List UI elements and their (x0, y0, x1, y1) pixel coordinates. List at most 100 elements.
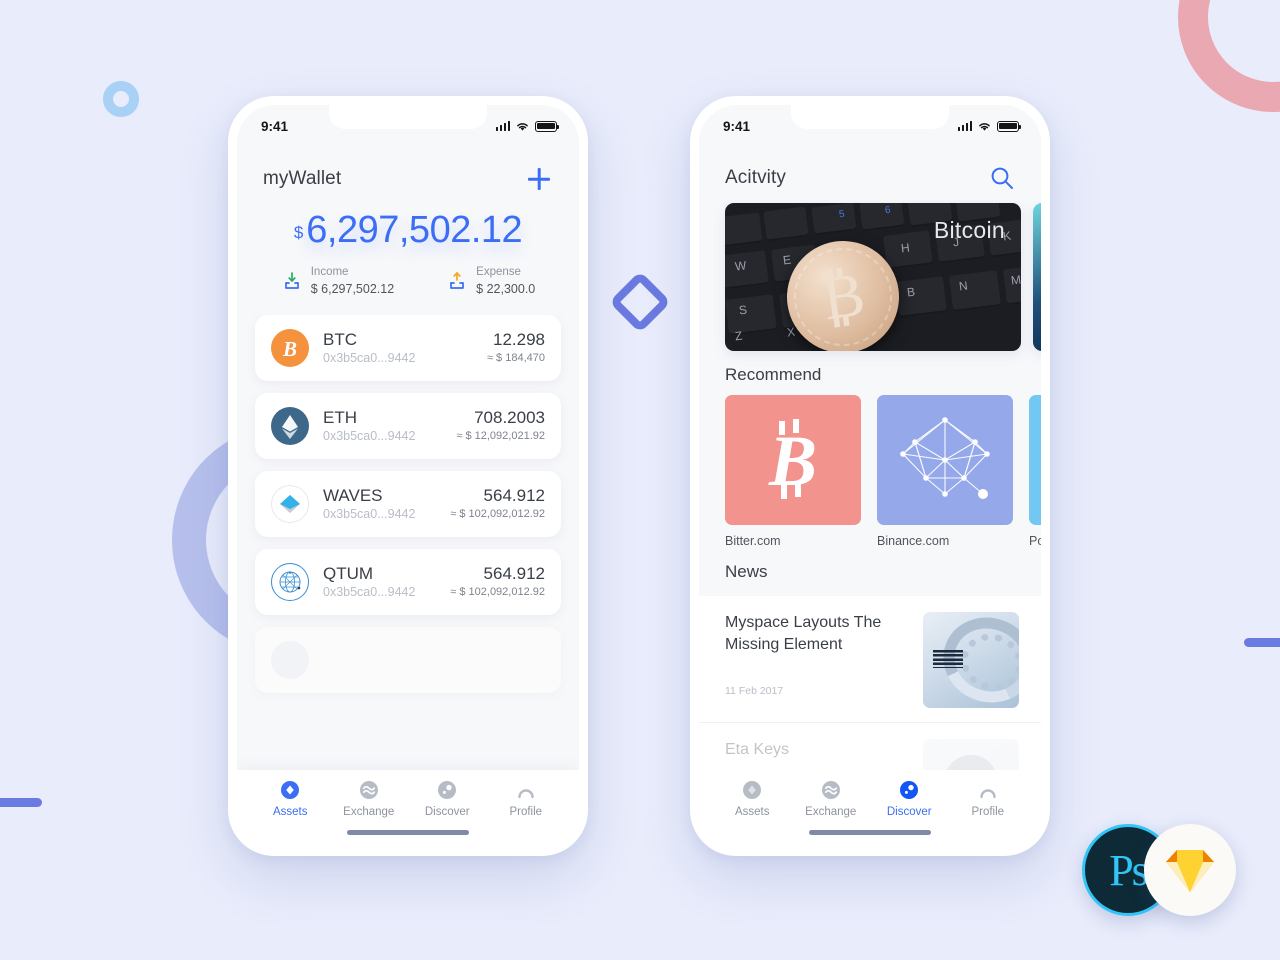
tab-label: Exchange (805, 806, 857, 818)
bottom-tab-bar: Assets Exchange Discover Profile (699, 770, 1041, 847)
sketch-badge (1144, 824, 1236, 916)
cellular-signal-icon (957, 121, 972, 131)
table-row[interactable]: QTUM 0x3b5ca0...9442 564.912 ≈ $ 102,092… (255, 549, 561, 616)
coin-usd-value: ≈ $ 102,092,012.92 (450, 585, 545, 598)
table-row-partial[interactable] (255, 627, 561, 694)
banner-next[interactable] (1033, 203, 1041, 351)
tab-label: Discover (886, 806, 932, 818)
table-row[interactable]: WAVES 0x3b5ca0...9442 564.912 ≈ $ 102,09… (255, 471, 561, 538)
bar-right-shape (1244, 638, 1280, 647)
coin-usd-value: ≈ $ 184,470 (486, 351, 545, 364)
expense-value: $ 22,300.0 (476, 281, 536, 296)
news-thumbnail (923, 739, 1019, 770)
ring-pink-shape (1178, 0, 1280, 112)
status-bar: 9:41 (237, 105, 579, 147)
income-icon (284, 272, 299, 290)
network-icon (900, 417, 990, 499)
svg-text:B: B (768, 421, 817, 501)
list-item[interactable]: Eta Keys (699, 723, 1041, 770)
banner-carousel[interactable]: W E S Z X B N M H J K 5 6 ₿ Bitcoin (699, 199, 1041, 351)
tab-exchange[interactable]: Exchange (330, 780, 409, 818)
cellular-signal-icon (495, 121, 510, 131)
next-coin-icon (271, 641, 309, 680)
tab-label: Discover (424, 806, 470, 818)
coin-quantity: 564.912 (483, 486, 545, 506)
expense-label: Expense (476, 266, 521, 278)
qtum-coin-icon (271, 563, 309, 602)
balance-block: $ 6,297,502.12 Income $ 6,297,502.12 Exp… (237, 201, 579, 315)
binance-thumb (877, 395, 1013, 525)
ring-light-blue-shape (103, 81, 139, 117)
tab-label: Profile (971, 806, 1005, 818)
bottom-tab-bar: Assets Exchange Discover Profile (237, 770, 579, 847)
list-item[interactable]: Binance.com (877, 395, 1013, 548)
table-row[interactable]: B BTC 0x3b5ca0...9442 12.298 ≈ $ 184,470 (255, 315, 561, 382)
svg-text:B: B (282, 337, 297, 361)
coin-quantity: 564.912 (483, 564, 545, 584)
list-item[interactable]: B Bitter.com (725, 395, 861, 548)
compass-icon (900, 781, 919, 799)
news-title: Myspace Layouts The Missing Element (725, 614, 882, 653)
coin-symbol: ETH (323, 408, 357, 428)
photoshop-label: Ps (1109, 845, 1149, 895)
wifi-icon (979, 123, 990, 131)
add-wallet-button[interactable] (525, 165, 553, 193)
tab-discover[interactable]: Discover (870, 780, 949, 818)
diamond-outline-shape (608, 270, 672, 334)
recommend-label: Bitter.com (725, 534, 781, 548)
list-item[interactable]: Myspace Layouts The Missing Element 11 F… (699, 596, 1041, 723)
diamond-icon (281, 781, 300, 799)
tab-label: Assets (272, 806, 308, 818)
tab-assets[interactable]: Assets (251, 780, 330, 818)
coin-quantity: 12.298 (493, 330, 545, 350)
phone-mockup-wallet: 9:41 myWallet $ 6,297,502.12 Income $ 6,… (228, 96, 588, 856)
sketch-diamond-icon (1166, 850, 1214, 892)
coin-address: 0x3b5ca0...9442 (323, 507, 416, 522)
banner-label: Bitcoin (933, 217, 1005, 243)
discover-content[interactable]: W E S Z X B N M H J K 5 6 ₿ Bitcoin Reco… (699, 199, 1041, 770)
income-label: Income (310, 266, 349, 278)
expense-stat: Expense $ 22,300.0 (446, 265, 535, 297)
tab-profile[interactable]: Profile (949, 780, 1028, 818)
list-item[interactable]: Polonie (1029, 395, 1041, 548)
btc-coin-icon: B (271, 329, 309, 368)
coin-address: 0x3b5ca0...9442 (323, 585, 416, 600)
exchange-icon (821, 781, 840, 799)
total-balance-amount: 6,297,502.12 (306, 209, 523, 251)
exchange-icon (359, 781, 378, 799)
coin-usd-value: ≈ $ 12,092,021.92 (456, 429, 545, 442)
asset-list[interactable]: B BTC 0x3b5ca0...9442 12.298 ≈ $ 184,470 (237, 315, 579, 770)
battery-icon (997, 120, 1022, 132)
income-value: $ 6,297,502.12 (310, 281, 395, 296)
status-time: 9:41 (723, 118, 751, 134)
decorative-background (0, 0, 1280, 960)
coin-symbol: BTC (323, 330, 357, 350)
poloniex-thumb (1029, 395, 1041, 525)
coin-usd-value: ≈ $ 102,092,012.92 (450, 507, 545, 520)
currency-symbol: $ (293, 223, 304, 242)
tab-exchange[interactable]: Exchange (792, 780, 871, 818)
recommend-list[interactable]: B Bitter.com Binance.com Po (699, 395, 1041, 548)
page-title: myWallet (263, 168, 342, 189)
bar-left-shape (0, 798, 42, 807)
home-indicator (809, 830, 931, 835)
recommend-label: Polonie (1029, 534, 1041, 548)
recommend-section-title: Recommend (725, 365, 822, 384)
wifi-icon (517, 123, 528, 131)
search-icon[interactable] (989, 165, 1015, 191)
news-list[interactable]: Myspace Layouts The Missing Element 11 F… (699, 596, 1041, 770)
page-title: Acitvity (725, 167, 786, 188)
tab-assets[interactable]: Assets (713, 780, 792, 818)
tab-profile[interactable]: Profile (487, 780, 566, 818)
status-time: 9:41 (261, 118, 289, 134)
coin-address: 0x3b5ca0...9442 (323, 429, 416, 444)
coin-symbol: QTUM (323, 564, 374, 584)
banner-bitcoin[interactable]: W E S Z X B N M H J K 5 6 ₿ Bitcoin (725, 203, 1021, 351)
person-icon (518, 789, 534, 799)
news-date: 11 Feb 2017 (725, 685, 784, 698)
diamond-icon (743, 781, 762, 799)
coin-address: 0x3b5ca0...9442 (323, 351, 416, 366)
tab-discover[interactable]: Discover (408, 780, 487, 818)
waves-coin-icon (271, 485, 309, 524)
table-row[interactable]: ETH 0x3b5ca0...9442 708.2003 ≈ $ 12,092,… (255, 393, 561, 460)
